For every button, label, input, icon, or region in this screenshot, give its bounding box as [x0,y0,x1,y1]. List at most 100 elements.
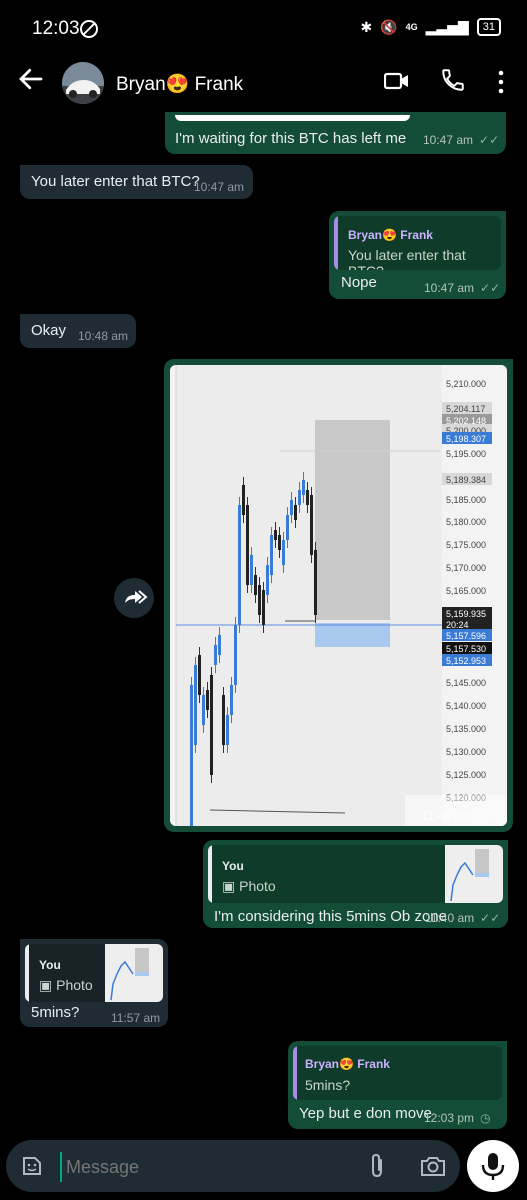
candle-body [278,535,281,550]
photo-icon: ▣ [39,977,53,993]
forward-button[interactable] [114,578,154,618]
video-call-icon[interactable] [384,68,410,94]
candle-body [238,505,241,625]
message-outgoing[interactable]: Bryan😍 Frank 5mins? Yep but e don move 1… [288,1041,507,1129]
message-time: 11:40 am [425,911,475,925]
candle-body [198,655,201,695]
candle-body [266,565,269,595]
candle-body [230,685,233,715]
candle-body [210,675,213,775]
attach-icon[interactable] [366,1153,388,1179]
quote-photo-label: ▣ Photo [39,977,93,993]
candle-body [274,530,277,540]
reply-quote[interactable]: Bryan😍 Frank You later enter that BTC? [334,216,501,270]
contact-name[interactable]: Bryan😍 Frank [116,72,243,96]
message-text: You later enter that BTC? [31,173,200,190]
candle-body [302,480,305,495]
message-outgoing[interactable]: I'm waiting for this BTC has left me 10:… [165,112,506,154]
back-arrow-icon[interactable] [16,64,46,94]
quote-author: Bryan😍 Frank [305,1057,390,1071]
candlestick-chart: 5,210.0005,204.1175,202.1485,200.0005,19… [170,365,507,826]
candle-body [282,540,285,565]
message-text: I'm waiting for this BTC has left me [175,130,407,147]
quote-author: You [39,958,61,972]
message-text: I'm considering this 5mins Ob zone [214,908,447,925]
phone-call-icon[interactable] [440,66,466,94]
price-axis-label: 5,125.000 [446,770,486,780]
message-incoming[interactable]: You later enter that BTC? 10:47 am [20,165,253,199]
candle-body [194,665,197,745]
message-time: 12:03 pm [424,1111,475,1125]
price-axis-label: 5,204.117 [446,404,485,414]
message-outgoing[interactable]: You ▣ Photo I'm considering this 5mins O… [203,840,508,928]
ob-zone-blue [315,623,390,647]
message-image[interactable]: 5,210.000 5,204.117 5,202.148 5,200.000 5,19… [164,359,513,832]
message-incoming[interactable]: You ▣ Photo 5mins? 11:57 am [20,939,168,1027]
price-axis-label: 5,165.000 [446,586,486,596]
quote-photo-label: ▣ Photo [222,878,276,894]
read-receipt-icon: ✓✓ [480,281,501,295]
price-axis-label: 5,189.384 [446,475,486,485]
photo-icon: ▣ [222,878,236,894]
chat-header: Bryan😍 Frank [0,56,527,112]
reply-quote[interactable]: You ▣ Photo [25,944,163,1002]
message-text: Nope [341,274,377,291]
candle-body [246,505,249,585]
price-axis-label: 5,175.000 [446,540,486,550]
ob-zone-gray [315,420,390,620]
status-icons: ✱ 🔇 4G ▂▃▅▇ 31 [360,18,501,36]
message-outgoing[interactable]: Bryan😍 Frank You later enter that BTC? N… [329,211,506,299]
price-axis-label: 5,145.000 [446,678,486,688]
battery-icon: 31 [476,18,501,36]
candle-body [214,645,217,665]
message-incoming[interactable]: Okay 10:48 am [20,314,136,348]
candle-body [314,550,317,615]
sticker-icon[interactable] [20,1154,44,1178]
price-axis-label: 5,135.000 [446,724,486,734]
camera-icon[interactable] [420,1154,446,1178]
signal-icon: ▂▃▅▇ [425,18,469,35]
more-options-icon[interactable] [494,68,508,96]
price-axis-label: 5,195.000 [446,449,486,459]
message-input-bar [6,1140,460,1192]
candle-body [258,585,261,615]
chart-screenshot[interactable]: 5,210.000 5,204.117 5,202.148 5,200.000 5,19… [170,365,507,826]
quote-author: Bryan😍 Frank [348,228,433,242]
message-time: 10:48 am [78,329,129,343]
message-time: 11:40 am [422,809,472,823]
price-axis-label: 5,159.935 [446,609,486,619]
quote-text: You later enter that BTC? [348,247,466,270]
message-time: 10:47 am [194,180,245,194]
candle-body [270,535,273,575]
quote-author: You [222,859,244,873]
pending-clock-icon: ◷ [480,1111,491,1125]
candle-body [206,690,209,710]
reply-quote[interactable]: You ▣ Photo [208,845,503,903]
candle-body [222,695,225,745]
price-axis-label: 5,180.000 [446,517,486,527]
message-text: 5mins? [31,1004,80,1021]
candle-body [298,490,301,505]
avatar[interactable] [62,62,104,104]
candle-body [250,555,253,585]
candle-body [254,575,257,595]
quote-thumbnail [445,845,503,903]
forward-icon [125,590,148,604]
price-axis-label: 5,170.000 [446,563,486,573]
candle-body [234,625,237,685]
message-time: 11:57 am [111,1011,161,1025]
message-input[interactable] [60,1152,348,1182]
candle-body [190,685,193,826]
message-time: 10:47 am [424,281,475,295]
price-axis-label: 5,157.530 [446,644,486,654]
price-axis-label: 5,210.000 [446,379,486,389]
read-receipt-icon: ✓✓ [479,133,500,147]
message-text: Okay [31,322,67,339]
candle-body [306,490,309,505]
voice-record-button[interactable] [467,1140,519,1192]
status-time: 12:03 [32,18,80,39]
candle-body [226,715,229,745]
candle-body [242,485,245,515]
reply-quote[interactable]: Bryan😍 Frank 5mins? [293,1046,502,1100]
mute-icon: 🔇 [380,18,398,35]
